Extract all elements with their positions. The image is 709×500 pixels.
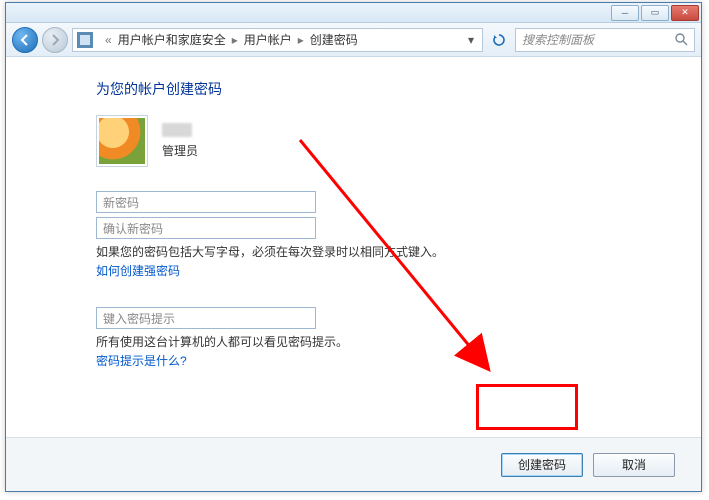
breadcrumb-dropdown[interactable]: ▾ xyxy=(464,33,478,47)
dialog-button-bar: 创建密码 取消 xyxy=(6,437,701,491)
window-titlebar: ─ ▭ ✕ xyxy=(6,3,701,23)
account-summary: 管理员 xyxy=(96,115,701,167)
minimize-button[interactable]: ─ xyxy=(611,5,639,21)
nav-back-button[interactable] xyxy=(12,27,38,53)
breadcrumb-seg-1[interactable]: 用户帐户和家庭安全 xyxy=(118,31,226,48)
breadcrumb-seg-2[interactable]: 用户帐户 xyxy=(244,31,292,48)
input-placeholder: 键入密码提示 xyxy=(103,310,175,327)
strong-password-link[interactable]: 如何创建强密码 xyxy=(96,262,180,279)
cancel-button[interactable]: 取消 xyxy=(593,453,675,477)
account-text: 管理员 xyxy=(162,123,198,160)
control-panel-icon xyxy=(77,32,93,48)
search-placeholder: 搜索控制面板 xyxy=(522,31,594,48)
refresh-button[interactable] xyxy=(487,28,511,52)
close-button[interactable]: ✕ xyxy=(671,5,699,21)
new-password-input[interactable]: 新密码 xyxy=(96,191,316,213)
confirm-password-input[interactable]: 确认新密码 xyxy=(96,217,316,239)
nav-toolbar: « 用户帐户和家庭安全 ▸ 用户帐户 ▸ 创建密码 ▾ 搜索控制面板 xyxy=(6,23,701,57)
user-avatar xyxy=(96,115,148,167)
hint-warning-text: 所有使用这台计算机的人都可以看见密码提示。 xyxy=(96,333,701,350)
control-panel-window: ─ ▭ ✕ « 用户帐户和家庭安全 ▸ 用户帐户 ▸ 创建密码 ▾ 搜索控制面板 xyxy=(5,2,702,492)
page-title: 为您的帐户创建密码 xyxy=(96,79,701,99)
search-input[interactable]: 搜索控制面板 xyxy=(515,28,695,52)
nav-forward-button[interactable] xyxy=(42,27,68,53)
maximize-button[interactable]: ▭ xyxy=(641,5,669,21)
chevron-right-icon: ▸ xyxy=(298,33,304,47)
caps-warning-text: 如果您的密码包括大写字母，必须在每次登录时以相同方式键入。 xyxy=(96,243,701,260)
search-icon xyxy=(675,33,688,46)
address-breadcrumb[interactable]: « 用户帐户和家庭安全 ▸ 用户帐户 ▸ 创建密码 ▾ xyxy=(72,28,483,52)
input-placeholder: 确认新密码 xyxy=(103,220,163,237)
hint-help-link[interactable]: 密码提示是什么? xyxy=(96,352,187,369)
breadcrumb-sep: « xyxy=(105,33,112,47)
input-placeholder: 新密码 xyxy=(103,194,139,211)
page-content: 为您的帐户创建密码 管理员 新密码 确认新密码 如果您的密码包括大写字母，必须在… xyxy=(6,57,701,437)
account-role: 管理员 xyxy=(162,142,198,160)
breadcrumb-seg-3[interactable]: 创建密码 xyxy=(310,31,358,48)
account-name-redacted xyxy=(162,123,192,137)
create-password-button[interactable]: 创建密码 xyxy=(501,453,583,477)
password-hint-input[interactable]: 键入密码提示 xyxy=(96,307,316,329)
chevron-right-icon: ▸ xyxy=(232,33,238,47)
